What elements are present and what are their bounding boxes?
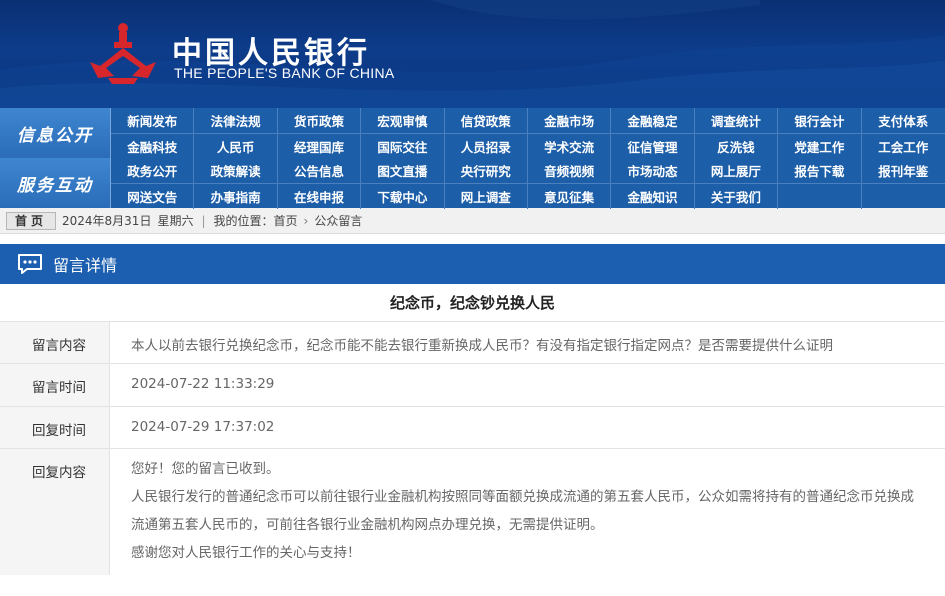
nav-row: 网送文告 办事指南 在线申报 下载中心 网上调查 意见征集 金融知识 关于我们 <box>111 183 945 209</box>
reply-paragraph: 您好！您的留言已收到。 <box>131 461 280 477</box>
nav-item[interactable]: 征信管理 <box>611 134 695 159</box>
nav-item[interactable]: 网上展厅 <box>695 158 779 183</box>
nav-item[interactable]: 报刊年鉴 <box>862 158 945 183</box>
site-header: 中国人民银行 THE PEOPLE'S BANK OF CHINA <box>0 0 945 108</box>
message-title: 纪念币，纪念钞兑换人民 <box>0 284 945 322</box>
nav-item[interactable]: 党建工作 <box>778 134 862 159</box>
field-label: 回复内容 <box>0 449 110 575</box>
divider: | <box>201 213 206 228</box>
nav-item[interactable]: 金融知识 <box>611 184 695 209</box>
home-button[interactable]: 首页 <box>6 211 56 230</box>
reply-paragraph: 人民银行发行的普通纪念币可以前往银行业金融机构按照同等面额兑换成流通的第五套人民… <box>131 489 914 533</box>
section-header: 留言详情 <box>0 244 945 284</box>
nav-item[interactable]: 音频视频 <box>528 158 612 183</box>
location-prefix: 我的位置： <box>213 214 274 228</box>
nav-item[interactable]: 货币政策 <box>278 108 362 133</box>
message-time: 2024-07-22 11:33:29 <box>131 376 275 392</box>
nav-item[interactable]: 信贷政策 <box>445 108 528 133</box>
nav-item-empty <box>778 184 862 209</box>
nav-item[interactable]: 工会工作 <box>862 134 945 159</box>
nav-item[interactable]: 银行会计 <box>778 108 862 133</box>
field-label: 留言时间 <box>0 364 110 406</box>
nav-item[interactable]: 反洗钱 <box>695 134 779 159</box>
nav-item[interactable]: 金融市场 <box>528 108 612 133</box>
nav-item[interactable]: 新闻发布 <box>111 108 195 133</box>
nav-item[interactable]: 法律法规 <box>194 108 278 133</box>
nav-item[interactable]: 金融稳定 <box>611 108 695 133</box>
nav-row: 金融科技 人民币 经理国库 国际交往 人员招录 学术交流 征信管理 反洗钱 党建… <box>111 133 945 159</box>
nav-item[interactable]: 人民币 <box>194 134 278 159</box>
nav-item[interactable]: 宏观审慎 <box>361 108 445 133</box>
nav-item[interactable]: 在线申报 <box>278 184 362 209</box>
nav-item[interactable]: 调查统计 <box>695 108 779 133</box>
current-date: 2024年8月31日 <box>62 214 152 228</box>
chevron-right-icon: › <box>303 213 309 228</box>
nav-section-info: 信息公开 新闻发布 法律法规 货币政策 宏观审慎 信贷政策 金融市场 金融稳定 … <box>0 108 945 159</box>
nav-item[interactable]: 政务公开 <box>111 158 195 183</box>
nav-item[interactable]: 国际交往 <box>361 134 445 159</box>
row-reply-content: 回复内容 您好！您的留言已收到。 人民银行发行的普通纪念币可以前往银行业金融机构… <box>0 449 945 575</box>
nav-item[interactable]: 办事指南 <box>194 184 278 209</box>
nav-item[interactable]: 经理国库 <box>278 134 362 159</box>
row-message-time: 留言时间 2024-07-22 11:33:29 <box>0 364 945 407</box>
nav-item[interactable]: 金融科技 <box>111 134 195 159</box>
nav-item[interactable]: 网送文告 <box>111 184 195 209</box>
nav-item[interactable]: 关于我们 <box>695 184 779 209</box>
nav-item[interactable]: 市场动态 <box>611 158 695 183</box>
site-title-en[interactable]: THE PEOPLE'S BANK OF CHINA <box>174 65 395 81</box>
nav-row: 新闻发布 法律法规 货币政策 宏观审慎 信贷政策 金融市场 金融稳定 调查统计 … <box>111 108 945 133</box>
pboc-emblem-icon[interactable] <box>88 22 158 86</box>
breadcrumb-current[interactable]: 公众留言 <box>314 212 362 229</box>
breadcrumb-bar: 首页 2024年8月31日 星期六 | 我的位置： 首页 › 公众留言 <box>0 208 945 234</box>
nav-item[interactable]: 政策解读 <box>194 158 278 183</box>
nav-item[interactable]: 网上调查 <box>445 184 528 209</box>
nav-item[interactable]: 公告信息 <box>278 158 362 183</box>
main-nav: 信息公开 新闻发布 法律法规 货币政策 宏观审慎 信贷政策 金融市场 金融稳定 … <box>0 108 945 209</box>
nav-item[interactable]: 下载中心 <box>361 184 445 209</box>
nav-item[interactable]: 央行研究 <box>445 158 528 183</box>
nav-item[interactable]: 报告下载 <box>778 158 862 183</box>
reply-content: 您好！您的留言已收到。 人民银行发行的普通纪念币可以前往银行业金融机构按照同等面… <box>110 449 945 575</box>
field-label: 留言内容 <box>0 322 110 363</box>
nav-item[interactable]: 图文直播 <box>361 158 445 183</box>
row-message-content: 留言内容 本人以前去银行兑换纪念币，纪念币能不能去银行重新换成人民币？有没有指定… <box>0 322 945 364</box>
field-label: 回复时间 <box>0 407 110 448</box>
nav-section-service: 服务互动 政务公开 政策解读 公告信息 图文直播 央行研究 音频视频 市场动态 … <box>0 158 945 209</box>
nav-section-label[interactable]: 服务互动 <box>0 158 111 208</box>
reply-time: 2024-07-29 17:37:02 <box>131 419 275 435</box>
chat-bubble-icon <box>18 254 42 274</box>
nav-item[interactable]: 人员招录 <box>445 134 528 159</box>
nav-row: 政务公开 政策解读 公告信息 图文直播 央行研究 音频视频 市场动态 网上展厅 … <box>111 158 945 183</box>
nav-item-empty <box>862 184 945 209</box>
nav-item[interactable]: 学术交流 <box>528 134 612 159</box>
nav-section-label[interactable]: 信息公开 <box>0 108 111 158</box>
breadcrumb-link-home[interactable]: 首页 <box>274 212 298 229</box>
current-weekday: 星期六 <box>157 214 194 228</box>
nav-item[interactable]: 意见征集 <box>528 184 612 209</box>
row-reply-time: 回复时间 2024-07-29 17:37:02 <box>0 407 945 449</box>
section-title: 留言详情 <box>53 256 118 275</box>
message-content: 本人以前去银行兑换纪念币，纪念币能不能去银行重新换成人民币？有没有指定银行指定网… <box>131 338 833 354</box>
nav-item[interactable]: 支付体系 <box>862 108 945 133</box>
reply-paragraph: 感谢您对人民银行工作的关心与支持！ <box>131 545 361 561</box>
